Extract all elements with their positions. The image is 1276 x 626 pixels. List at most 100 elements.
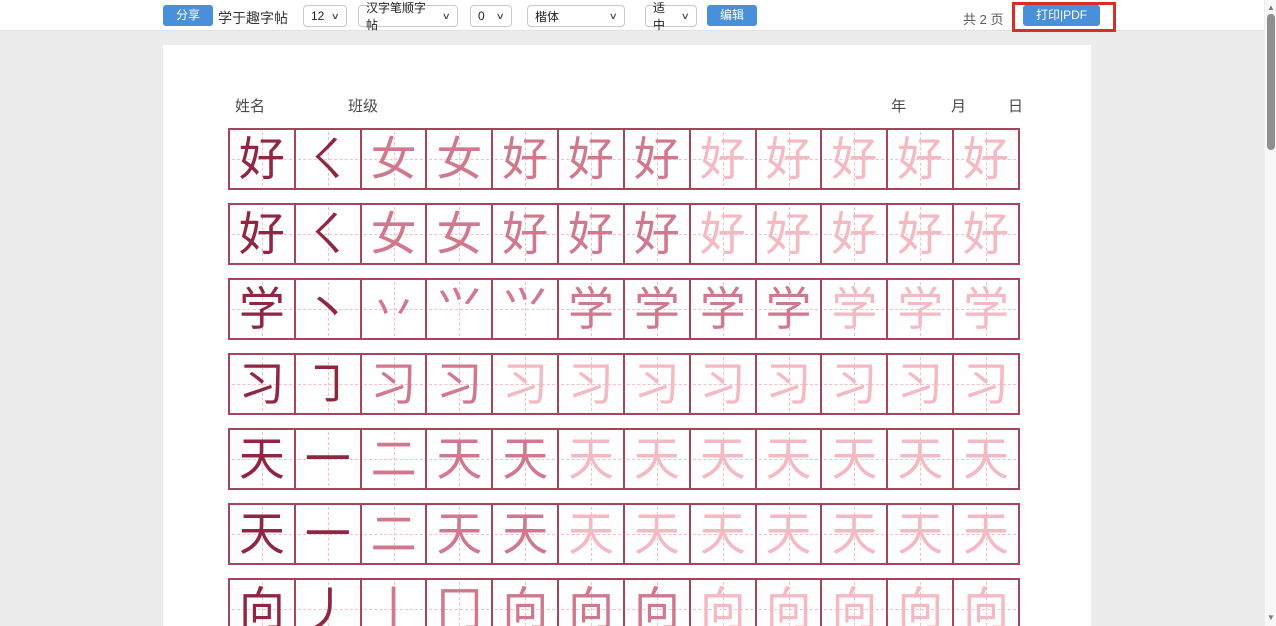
class-label: 班级 bbox=[348, 95, 378, 116]
site-title: 学于趣字帖 bbox=[218, 8, 288, 28]
practice-cell: 丨 bbox=[362, 580, 428, 626]
practice-cell: 习 bbox=[888, 355, 954, 413]
character-glyph: 天 bbox=[757, 430, 821, 488]
character-glyph: 习 bbox=[362, 355, 426, 413]
practice-cell: 天 bbox=[822, 430, 888, 488]
character-glyph: 二 bbox=[362, 505, 426, 563]
character-glyph: 好 bbox=[888, 205, 952, 263]
practice-cell: 好 bbox=[625, 205, 691, 263]
character-glyph: 向 bbox=[230, 580, 294, 626]
stroke-option-select[interactable]: 0 ∨ bbox=[470, 5, 512, 27]
practice-cell: 天 bbox=[691, 505, 757, 563]
character-glyph: 天 bbox=[691, 430, 755, 488]
practice-cell: 好 bbox=[757, 205, 823, 263]
practice-cell: 向 bbox=[954, 580, 1018, 626]
character-glyph: 习 bbox=[493, 355, 557, 413]
sheet-type-select[interactable]: 汉字笔顺字帖 ∨ bbox=[358, 5, 458, 27]
day-label: 日 bbox=[1008, 95, 1023, 116]
character-glyph: ㇆ bbox=[296, 355, 360, 413]
character-glyph: 女 bbox=[427, 130, 491, 188]
sheet-header: 姓名 班级 年 月 日 bbox=[228, 95, 1020, 117]
character-glyph: 习 bbox=[691, 355, 755, 413]
practice-cell: 天 bbox=[230, 505, 296, 563]
grid-row: 天一二天天天天天天天天天 bbox=[228, 428, 1020, 490]
practice-cell: 习 bbox=[362, 355, 428, 413]
character-glyph: 学 bbox=[230, 280, 294, 338]
scroll-up-icon[interactable]: ▲ bbox=[1265, 2, 1276, 14]
character-glyph: 好 bbox=[822, 205, 886, 263]
grid-row: 好ㄑ女女好好好好好好好好 bbox=[228, 203, 1020, 265]
character-glyph: 好 bbox=[691, 130, 755, 188]
character-glyph: 天 bbox=[625, 505, 689, 563]
character-glyph: 天 bbox=[691, 505, 755, 563]
chevron-down-icon: ∨ bbox=[609, 11, 618, 22]
practice-cell: 好 bbox=[822, 130, 888, 188]
practice-cell: 二 bbox=[362, 505, 428, 563]
practice-cell: ⺍ bbox=[493, 280, 559, 338]
font-size-select[interactable]: 12 ∨ bbox=[303, 5, 347, 27]
character-glyph: 好 bbox=[493, 205, 557, 263]
character-glyph: 好 bbox=[888, 130, 952, 188]
print-pdf-button[interactable]: 打印|PDF bbox=[1023, 5, 1100, 26]
practice-cell: 丿 bbox=[296, 580, 362, 626]
practice-cell: 好 bbox=[954, 205, 1018, 263]
character-glyph: 学 bbox=[559, 280, 623, 338]
character-glyph: 向 bbox=[757, 580, 821, 626]
practice-cell: 向 bbox=[757, 580, 823, 626]
practice-cell: 习 bbox=[757, 355, 823, 413]
character-glyph: 学 bbox=[888, 280, 952, 338]
practice-cell: ㇆ bbox=[296, 355, 362, 413]
character-glyph: 向 bbox=[625, 580, 689, 626]
practice-cell: 好 bbox=[691, 205, 757, 263]
character-glyph: 丨 bbox=[362, 580, 426, 626]
character-glyph: 向 bbox=[493, 580, 557, 626]
practice-cell: 学 bbox=[888, 280, 954, 338]
practice-cell: 一 bbox=[296, 505, 362, 563]
month-label: 月 bbox=[951, 95, 966, 116]
practice-cell: 向 bbox=[625, 580, 691, 626]
practice-cell: 学 bbox=[757, 280, 823, 338]
character-glyph: 好 bbox=[954, 130, 1018, 188]
character-glyph: 好 bbox=[230, 205, 294, 263]
scrollbar-thumb[interactable] bbox=[1267, 14, 1275, 150]
scroll-down-icon[interactable]: ▼ bbox=[1265, 612, 1276, 624]
practice-cell: 好 bbox=[559, 205, 625, 263]
practice-cell: 习 bbox=[954, 355, 1018, 413]
character-glyph: 学 bbox=[691, 280, 755, 338]
practice-cell: 学 bbox=[691, 280, 757, 338]
edit-button[interactable]: 编辑 bbox=[707, 5, 757, 26]
chevron-down-icon: ∨ bbox=[681, 11, 690, 22]
practice-cell: 向 bbox=[822, 580, 888, 626]
practice-cell: 好 bbox=[230, 130, 296, 188]
character-glyph: 习 bbox=[625, 355, 689, 413]
practice-cell: 天 bbox=[757, 505, 823, 563]
character-glyph: 向 bbox=[822, 580, 886, 626]
character-glyph: 好 bbox=[625, 130, 689, 188]
font-select[interactable]: 楷体 ∨ bbox=[527, 5, 625, 27]
vertical-scrollbar[interactable]: ▲ ▼ bbox=[1264, 0, 1276, 626]
practice-cell: 好 bbox=[493, 205, 559, 263]
practice-cell: 天 bbox=[822, 505, 888, 563]
practice-cell: 好 bbox=[888, 205, 954, 263]
practice-cell: 好 bbox=[230, 205, 296, 263]
practice-cell: 丷 bbox=[362, 280, 428, 338]
share-button[interactable]: 分享 bbox=[163, 5, 213, 26]
practice-cell: 习 bbox=[559, 355, 625, 413]
character-glyph: 好 bbox=[822, 130, 886, 188]
practice-cell: 女 bbox=[427, 130, 493, 188]
practice-cell: 天 bbox=[493, 430, 559, 488]
character-glyph: 向 bbox=[691, 580, 755, 626]
chevron-down-icon: ∨ bbox=[442, 11, 451, 22]
character-glyph: 天 bbox=[559, 430, 623, 488]
character-glyph: 一 bbox=[296, 505, 360, 563]
practice-cell: 好 bbox=[822, 205, 888, 263]
character-glyph: 天 bbox=[888, 505, 952, 563]
practice-cell: 习 bbox=[822, 355, 888, 413]
density-select[interactable]: 适中 ∨ bbox=[645, 5, 697, 27]
character-glyph: 习 bbox=[559, 355, 623, 413]
practice-cell: 好 bbox=[757, 130, 823, 188]
practice-cell: 好 bbox=[625, 130, 691, 188]
character-glyph: ㄑ bbox=[296, 205, 360, 263]
practice-cell: ㄑ bbox=[296, 130, 362, 188]
grid-row: 习㇆习习习习习习习习习习 bbox=[228, 353, 1020, 415]
